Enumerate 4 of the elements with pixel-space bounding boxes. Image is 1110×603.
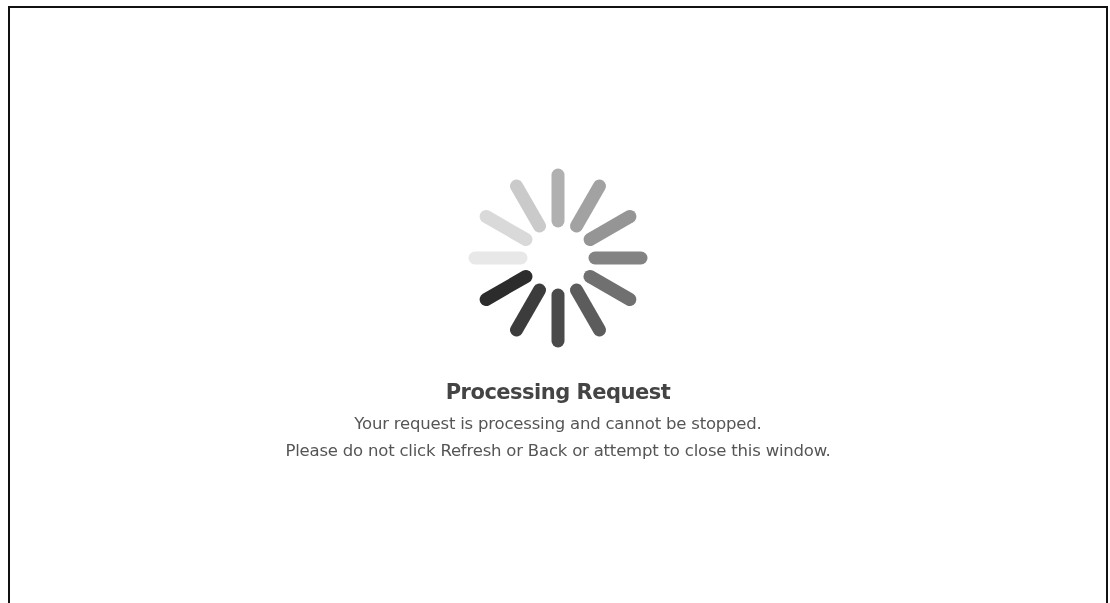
message-text: Your request is processing and cannot be stopped. (354, 414, 762, 433)
dialog-title: Processing Request (445, 380, 671, 404)
message-text: Please do not click Refresh or Back or attempt to close this window. (285, 441, 831, 460)
loading-spinner-icon (468, 168, 648, 348)
